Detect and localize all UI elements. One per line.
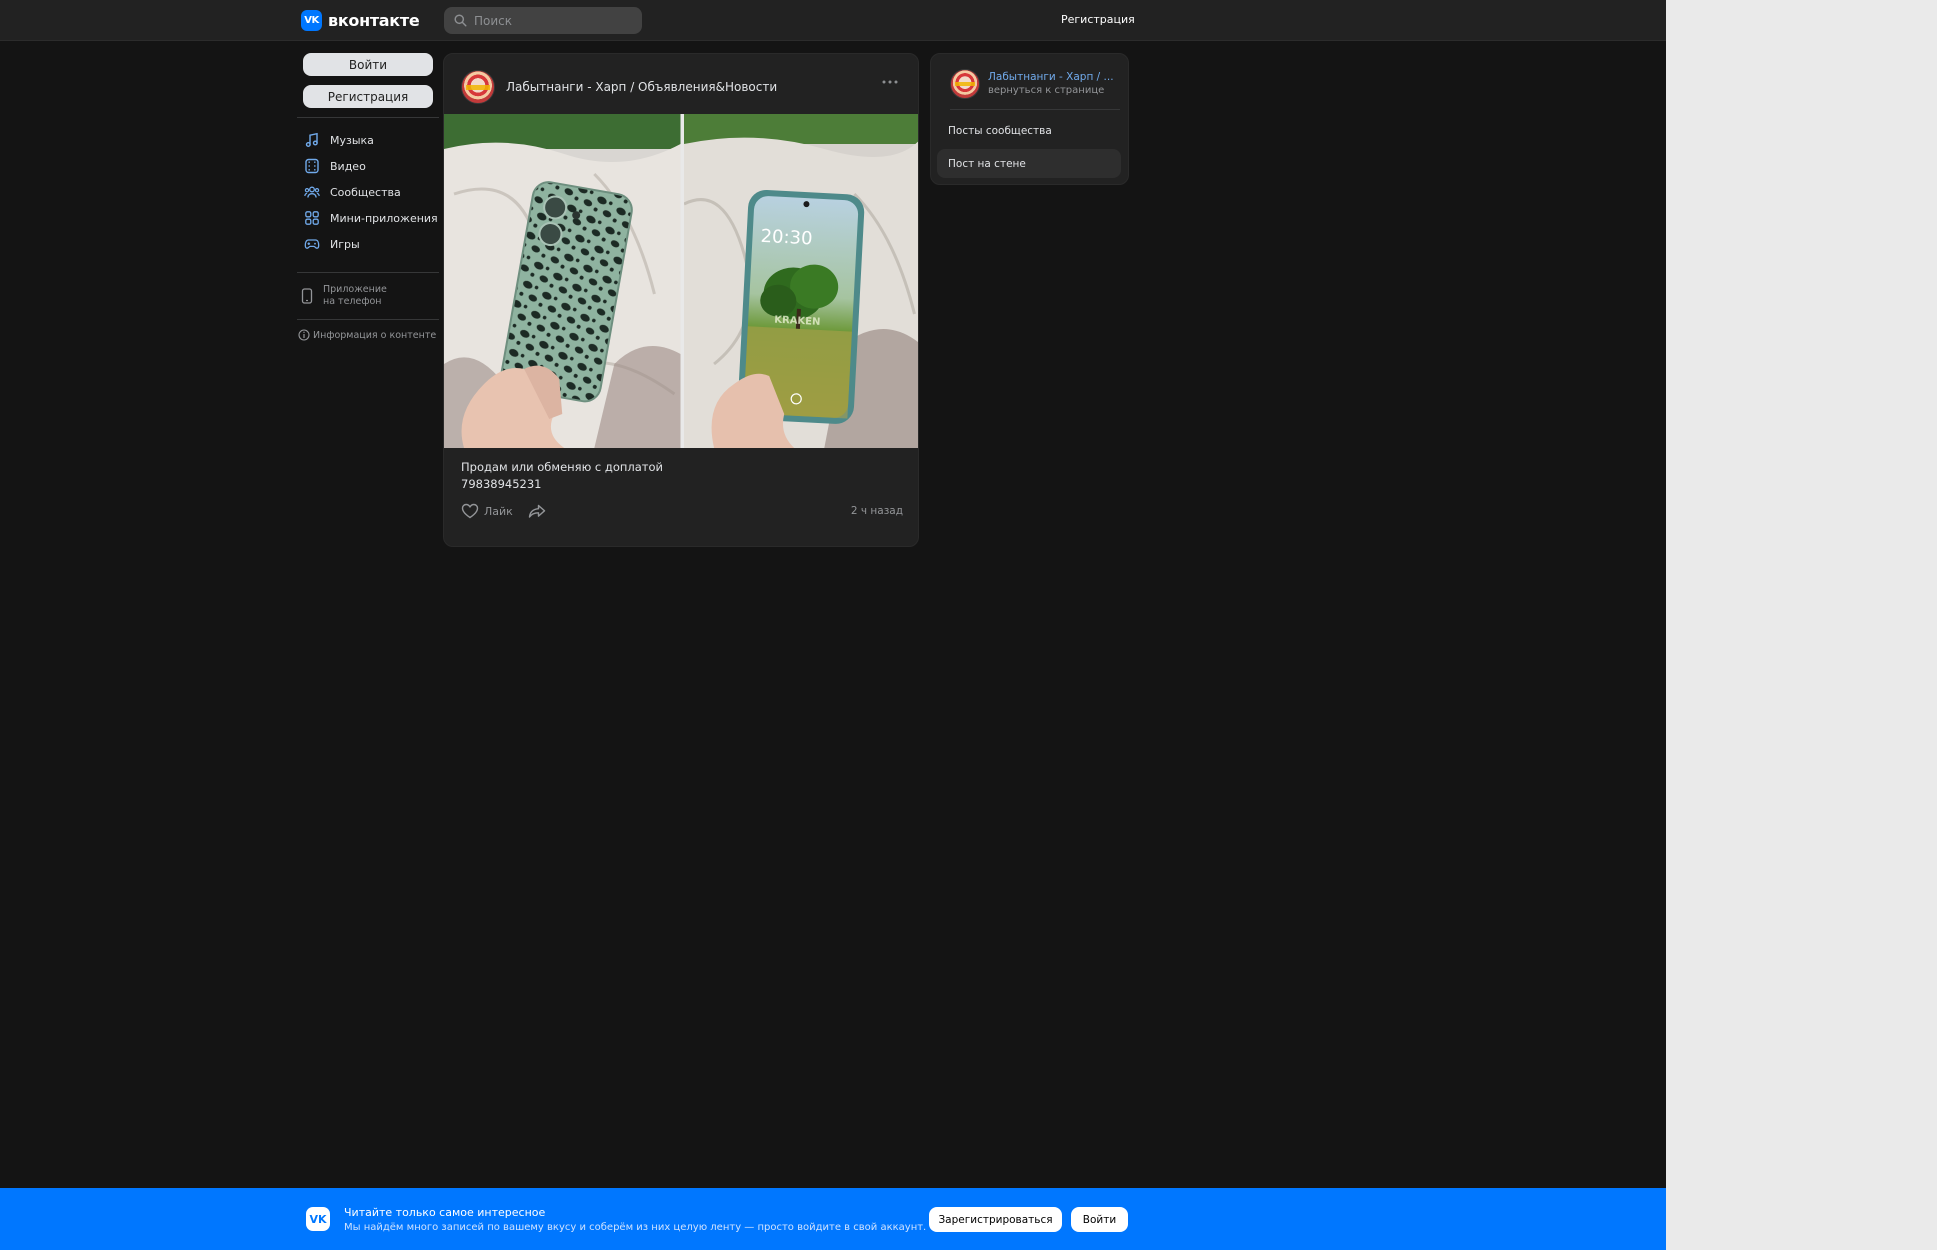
page: VK вконтакте Регистрация Войти Регистрац… bbox=[0, 0, 1666, 1250]
sidebar-divider bbox=[297, 319, 439, 320]
banner-text: Читайте только самое интересное Мы найдё… bbox=[344, 1205, 926, 1235]
vk-logo-icon: VK bbox=[301, 10, 322, 31]
vk-logo-text: вконтакте bbox=[328, 11, 420, 30]
sidebar-divider bbox=[297, 117, 439, 118]
apps-icon bbox=[305, 211, 319, 225]
top-header: VK вконтакте Регистрация bbox=[0, 0, 1666, 41]
games-icon bbox=[304, 239, 320, 249]
search-input[interactable] bbox=[474, 13, 634, 28]
login-button[interactable]: Войти bbox=[303, 53, 433, 76]
banner-subtitle: Мы найдём много записей по вашему вкусу … bbox=[344, 1222, 927, 1233]
sidebar-item-label: Музыка bbox=[330, 133, 374, 147]
community-widget: Лабытнанги - Харп / ... вернуться к стра… bbox=[930, 53, 1129, 185]
phone-back-photo bbox=[444, 114, 681, 448]
communities-icon bbox=[304, 186, 320, 198]
post-photos: 20:30 KRAKEN bbox=[444, 114, 918, 448]
post-actions: Лайк 2 ч назад bbox=[461, 501, 903, 521]
share-button[interactable] bbox=[528, 503, 546, 519]
share-icon bbox=[528, 504, 546, 518]
post-timestamp[interactable]: 2 ч назад bbox=[851, 505, 903, 517]
post-photo-front[interactable]: 20:30 KRAKEN bbox=[683, 114, 918, 448]
post-photo-back[interactable] bbox=[444, 114, 681, 448]
sidebar-item-games[interactable]: Игры bbox=[297, 231, 439, 257]
post-phone-number: 79838945231 bbox=[461, 477, 542, 491]
vk-logo[interactable]: VK вконтакте bbox=[301, 10, 420, 31]
banner-login-button[interactable]: Войти bbox=[1071, 1207, 1128, 1232]
info-icon bbox=[298, 329, 310, 341]
heart-icon bbox=[461, 503, 479, 519]
sidebar-item-label: Видео bbox=[330, 159, 366, 173]
photo-lockscreen-clock: 20:30 bbox=[760, 226, 813, 250]
sidebar-item-music[interactable]: Музыка bbox=[297, 127, 439, 153]
header-register-link[interactable]: Регистрация bbox=[1061, 13, 1135, 26]
register-button[interactable]: Регистрация bbox=[303, 85, 433, 108]
mobile-app-link[interactable]: Приложение на телефон bbox=[297, 282, 439, 310]
mobile-app-label: Приложение на телефон bbox=[323, 284, 387, 307]
sidebar-item-label: Игры bbox=[330, 237, 360, 251]
more-icon bbox=[882, 80, 898, 84]
wall-post: Лабытнанги - Харп / Объявления&Новости 2… bbox=[443, 53, 919, 547]
search-box[interactable] bbox=[444, 7, 642, 34]
sidebar-item-label: Сообщества bbox=[330, 185, 401, 199]
community-avatar[interactable] bbox=[461, 70, 495, 104]
phone-icon bbox=[301, 288, 313, 304]
sidebar-item-mini-apps[interactable]: Мини-приложения bbox=[297, 205, 439, 231]
signup-banner: VK Читайте только самое интересное Мы на… bbox=[0, 1188, 1666, 1250]
widget-header-text: Лабытнанги - Харп / ... вернуться к стра… bbox=[988, 71, 1114, 97]
sidebar-item-label: Мини-приложения bbox=[330, 211, 438, 225]
post-header: Лабытнанги - Харп / Объявления&Новости bbox=[461, 70, 777, 104]
post-text-line: Продам или обменяю с доплатой bbox=[461, 460, 664, 474]
back-to-page-link[interactable]: вернуться к странице bbox=[988, 84, 1114, 97]
widget-header[interactable]: Лабытнанги - Харп / ... вернуться к стра… bbox=[950, 69, 1114, 99]
sidebar-item-communities[interactable]: Сообщества bbox=[297, 179, 439, 205]
content-info-link[interactable]: Информация о контенте bbox=[297, 329, 439, 341]
banner-register-button[interactable]: Зарегистрироваться bbox=[929, 1207, 1062, 1232]
video-icon bbox=[305, 158, 319, 174]
post-menu-button[interactable] bbox=[882, 80, 898, 84]
search-icon bbox=[454, 14, 467, 27]
widget-community-avatar[interactable] bbox=[950, 69, 980, 99]
widget-divider bbox=[950, 109, 1120, 110]
like-label: Лайк bbox=[484, 504, 513, 518]
post-author[interactable]: Лабытнанги - Харп / Объявления&Новости bbox=[506, 80, 777, 94]
widget-item-community-posts[interactable]: Посты сообщества bbox=[937, 116, 1121, 145]
sidebar-divider bbox=[297, 272, 439, 273]
post-text: Продам или обменяю с доплатой 7983894523… bbox=[461, 459, 663, 493]
music-icon bbox=[305, 132, 318, 147]
widget-community-name[interactable]: Лабытнанги - Харп / ... bbox=[988, 71, 1114, 84]
banner-vk-logo-icon: VK bbox=[306, 1207, 330, 1231]
sidebar-item-video[interactable]: Видео bbox=[297, 153, 439, 179]
widget-item-wall-post[interactable]: Пост на стене bbox=[937, 149, 1121, 178]
content-info-label: Информация о контенте bbox=[313, 329, 437, 341]
banner-title: Читайте только самое интересное bbox=[344, 1206, 546, 1219]
phone-front-photo: 20:30 KRAKEN bbox=[683, 114, 918, 448]
left-sidebar: Войти Регистрация Музыка Видео Сообществ… bbox=[297, 53, 439, 341]
like-button[interactable]: Лайк bbox=[461, 503, 513, 519]
